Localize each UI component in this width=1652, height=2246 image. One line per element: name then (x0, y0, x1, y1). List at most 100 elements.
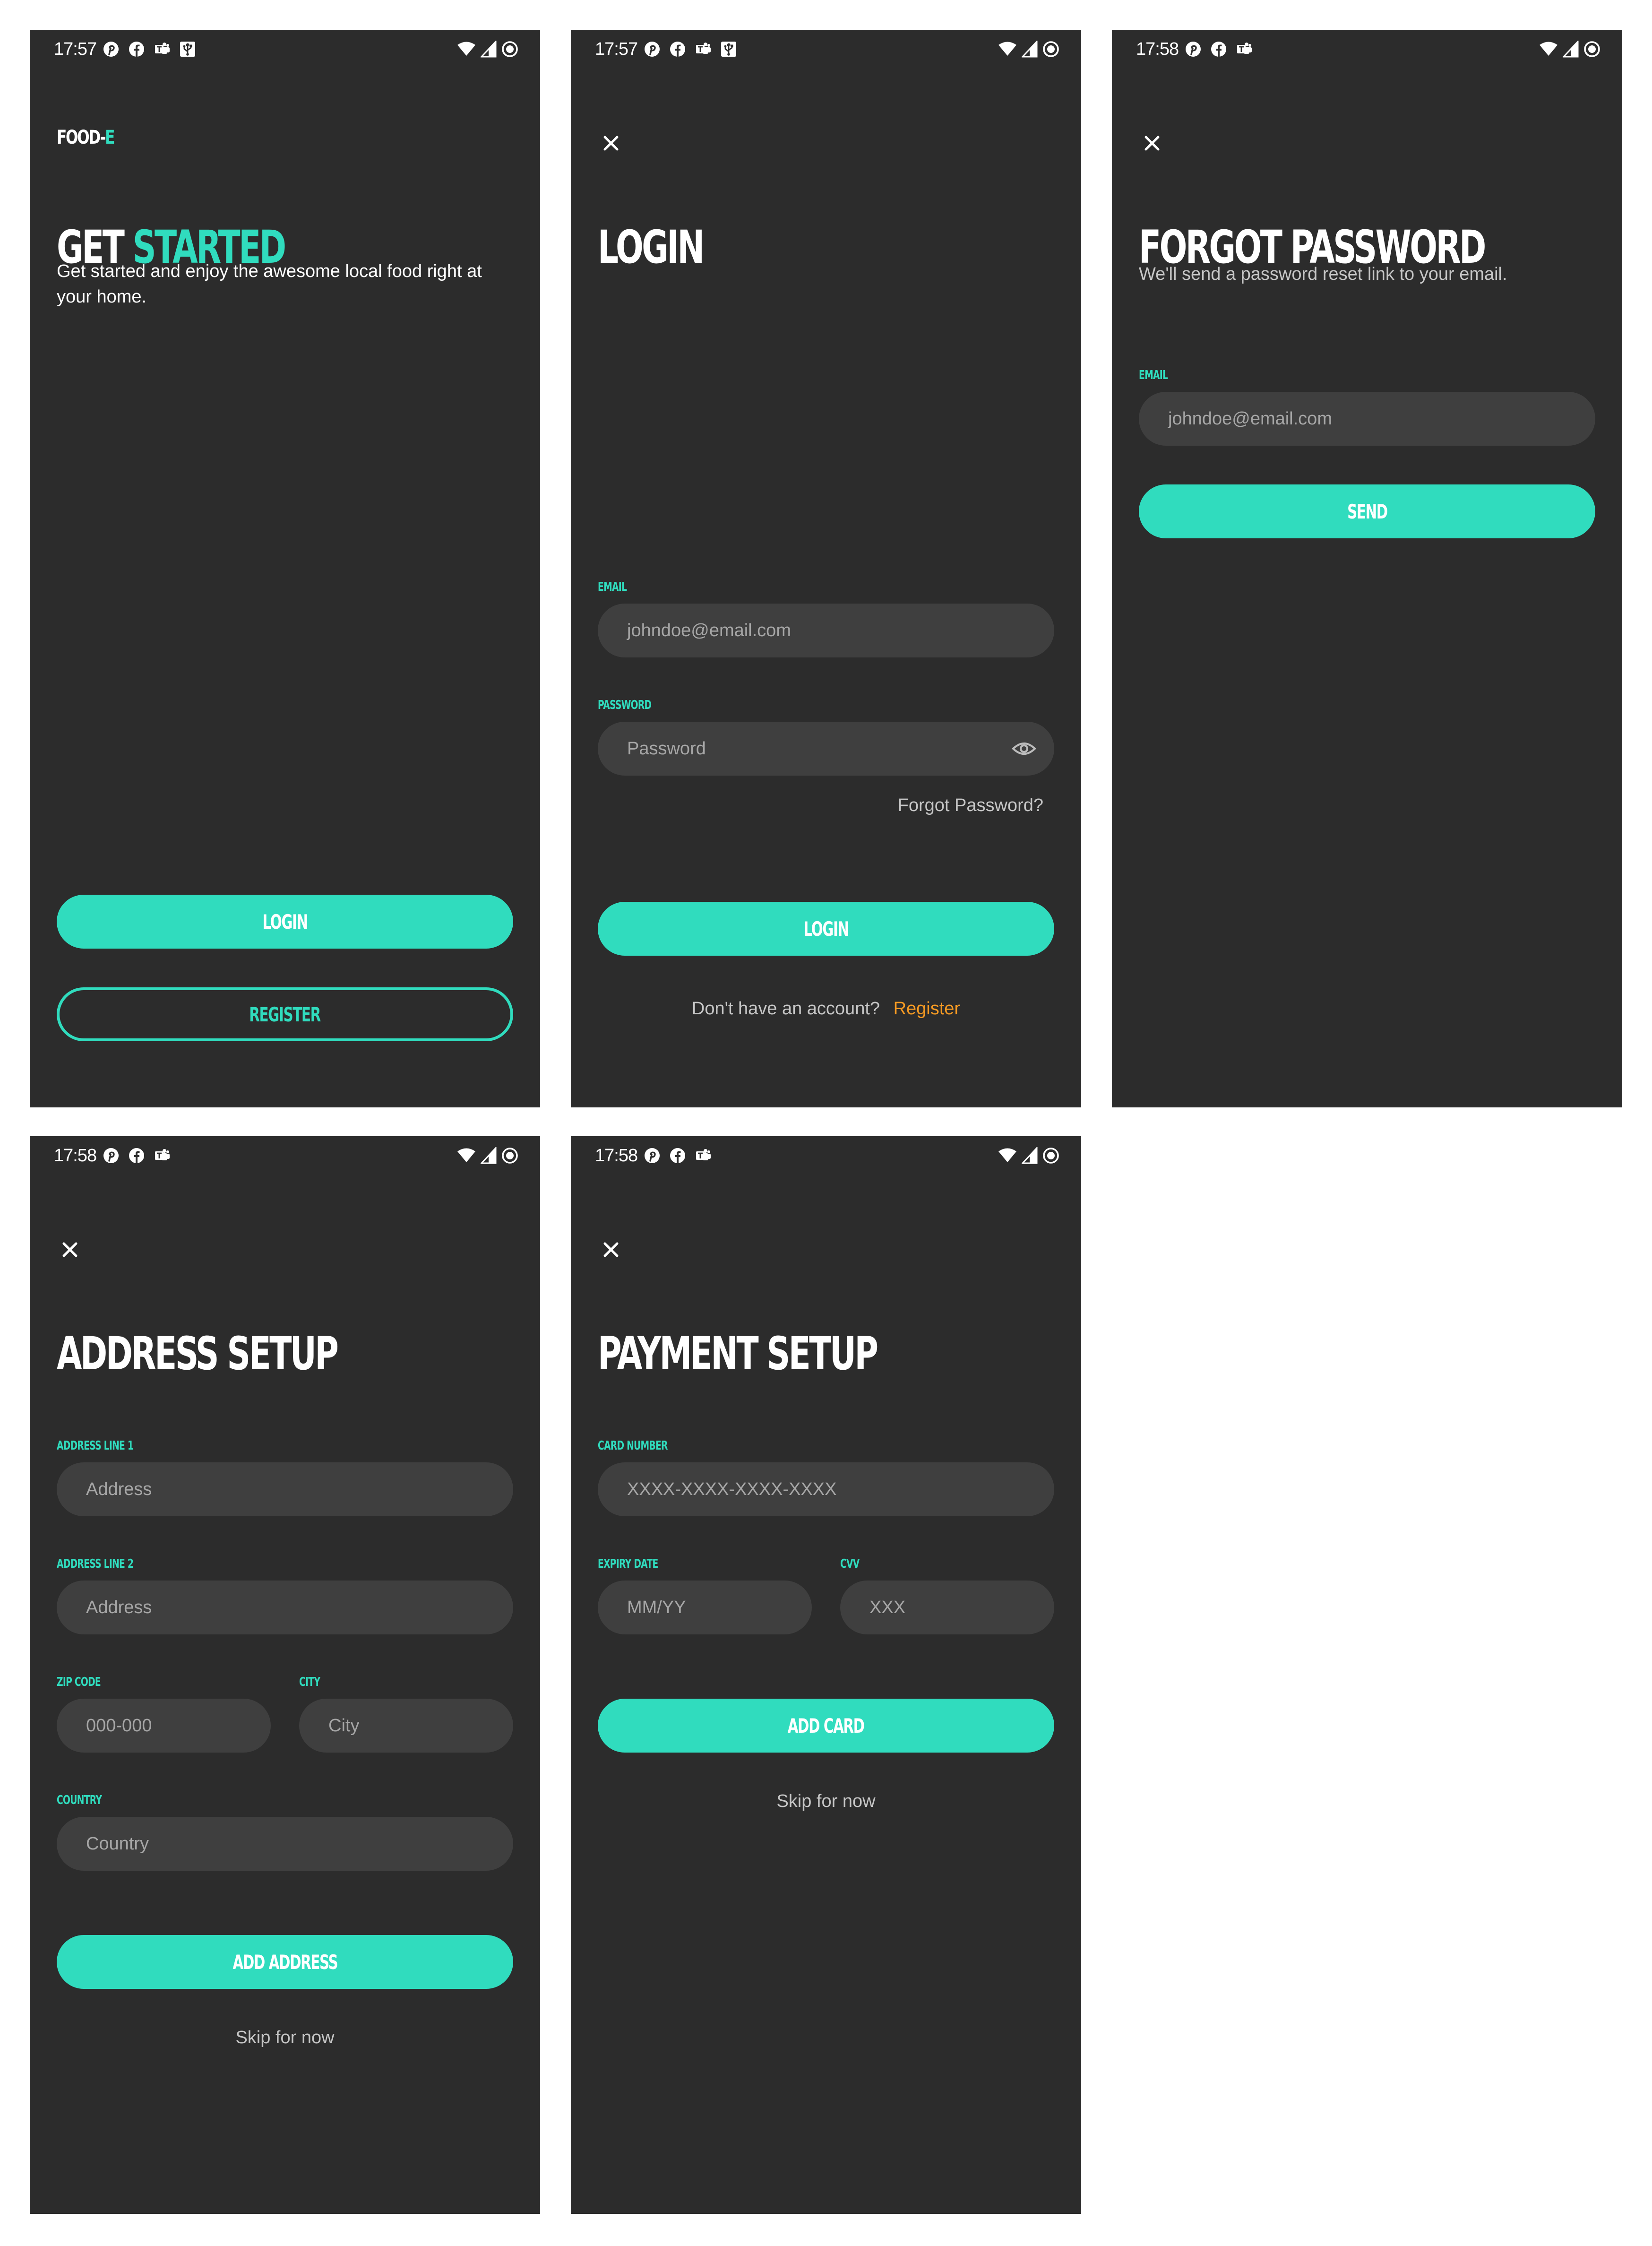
forgot-password-link[interactable]: Forgot Password? (898, 795, 1043, 816)
facebook-icon (129, 42, 144, 57)
cvv-label: CVV (840, 1557, 860, 1571)
signal-icon (481, 41, 497, 58)
login-button-label: LOGIN (803, 917, 849, 941)
facebook-icon (1211, 42, 1226, 57)
status-time: 17:58 (54, 1146, 97, 1166)
page-subtitle: We'll send a password reset link to your… (1139, 264, 1507, 284)
pinterest-icon (103, 1148, 119, 1163)
status-bar: 17:58 (1112, 30, 1622, 68)
wifi-icon (998, 1148, 1016, 1162)
skip-link[interactable]: Skip for now (30, 2028, 540, 2048)
close-icon[interactable] (58, 1238, 82, 1261)
address-line-2-field[interactable]: Address (57, 1581, 513, 1634)
email-field[interactable]: johndoe@email.com (598, 604, 1054, 657)
teams-icon (155, 1149, 170, 1160)
system-icons (452, 40, 518, 59)
notification-icons (103, 40, 205, 59)
facebook-icon (129, 1148, 144, 1163)
close-icon[interactable] (599, 1238, 623, 1261)
wifi-icon (457, 1148, 475, 1162)
password-placeholder: Password (627, 738, 706, 759)
cvv-field[interactable]: XXX (840, 1581, 1054, 1634)
notification-icons (103, 1146, 180, 1165)
expiry-date-field[interactable]: MM/YY (598, 1581, 812, 1634)
system-icons (993, 40, 1059, 59)
signal-icon (481, 1147, 497, 1164)
no-account-text: Don't have an account? (691, 999, 880, 1019)
pinterest-icon (645, 42, 660, 57)
record-icon (1584, 41, 1600, 57)
login-screen: 17:57 LOGIN EMAIL johndoe@email.com PASS… (571, 30, 1081, 1107)
close-icon[interactable] (599, 131, 623, 155)
login-button[interactable]: LOGIN (57, 895, 513, 949)
pinterest-icon (1186, 42, 1201, 57)
get-started-screen: 17:57 FOOD-E GET STARTED Get started and… (30, 30, 540, 1107)
system-icons (1534, 40, 1600, 59)
card-number-label: CARD NUMBER (598, 1439, 668, 1453)
add-address-button[interactable]: ADD ADDRESS (57, 1935, 513, 1989)
notification-icons (644, 40, 746, 59)
signal-icon (1022, 41, 1038, 58)
address-line-1-field[interactable]: Address (57, 1462, 513, 1516)
page-subtitle: Get started and enjoy the awesome local … (57, 261, 482, 307)
system-icons (452, 1146, 518, 1165)
register-prompt: Don't have an account? Register (571, 999, 1081, 1019)
status-time: 17:58 (1136, 39, 1179, 59)
status-time: 17:58 (595, 1146, 638, 1166)
signal-icon (1563, 41, 1579, 58)
country-field[interactable]: Country (57, 1817, 513, 1871)
send-button-label: SEND (1347, 500, 1388, 523)
wifi-icon (457, 42, 475, 56)
status-time: 17:57 (595, 39, 638, 59)
address-setup-screen: 17:58 ADDRESS SETUP ADDRESS LINE 1 Addre… (30, 1136, 540, 2214)
add-card-button[interactable]: ADD CARD (598, 1699, 1054, 1753)
skip-link[interactable]: Skip for now (571, 1791, 1081, 1812)
status-bar: 17:58 (571, 1136, 1081, 1174)
status-bar: 17:57 (30, 30, 540, 68)
record-icon (502, 41, 518, 57)
wifi-icon (1540, 42, 1557, 56)
register-link[interactable]: Register (894, 999, 961, 1019)
card-number-field[interactable]: XXXX-XXXX-XXXX-XXXX (598, 1462, 1054, 1516)
password-field[interactable]: Password (598, 722, 1054, 776)
record-icon (1043, 41, 1059, 57)
address-line-2-label: ADDRESS LINE 2 (57, 1557, 134, 1571)
expiry-date-label: EXPIRY DATE (598, 1557, 658, 1571)
facebook-icon (670, 1148, 685, 1163)
teams-icon (696, 1149, 711, 1160)
address-line-1-label: ADDRESS LINE 1 (57, 1439, 134, 1453)
register-button[interactable]: REGISTER (57, 987, 513, 1041)
payment-setup-screen: 17:58 PAYMENT SETUP CARD NUMBER XXXX-XXX… (571, 1136, 1081, 2214)
country-label: COUNTRY (57, 1793, 102, 1807)
email-label: EMAIL (1139, 368, 1168, 382)
signal-icon (1022, 1147, 1038, 1164)
teams-icon (155, 43, 170, 54)
teams-icon (1237, 43, 1252, 54)
teams-icon (696, 43, 711, 54)
send-button[interactable]: SEND (1139, 484, 1595, 538)
add-address-button-label: ADD ADDRESS (232, 1950, 338, 1974)
brand-logo: FOOD-E (57, 127, 115, 148)
pinterest-icon (103, 42, 119, 57)
close-icon[interactable] (1140, 131, 1164, 155)
city-field[interactable]: City (299, 1699, 513, 1753)
system-icons (993, 1146, 1059, 1165)
eye-icon[interactable] (1012, 737, 1036, 760)
forgot-password-screen: 17:58 FORGOT PASSWORD We'll send a passw… (1112, 30, 1622, 1107)
notification-icons (644, 1146, 721, 1165)
login-button-label: LOGIN (262, 910, 308, 933)
notification-icons (1185, 40, 1262, 59)
email-field[interactable]: johndoe@email.com (1139, 392, 1595, 446)
status-time: 17:57 (54, 39, 97, 59)
brand-text: FOOD- (57, 127, 106, 148)
zip-code-field[interactable]: 000-000 (57, 1699, 271, 1753)
record-icon (1043, 1148, 1059, 1164)
page-title: ADDRESS SETUP (57, 1327, 339, 1380)
login-button[interactable]: LOGIN (598, 902, 1054, 956)
brand-accent: E (105, 127, 115, 148)
page-title: LOGIN (598, 221, 705, 274)
register-button-label: REGISTER (249, 1002, 321, 1026)
status-bar: 17:58 (30, 1136, 540, 1174)
wifi-icon (998, 42, 1016, 56)
pinterest-icon (645, 1148, 660, 1163)
